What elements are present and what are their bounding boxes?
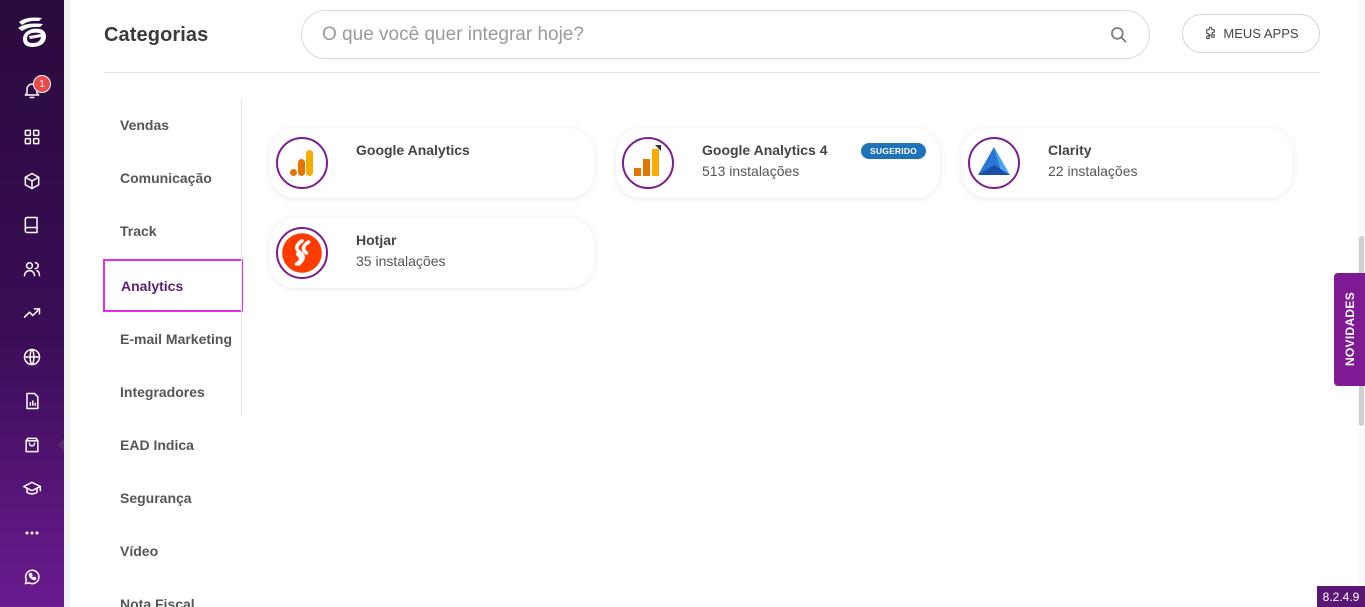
search-input[interactable] — [322, 23, 1109, 46]
trending-up-icon — [23, 308, 41, 318]
shopping-bag-icon — [25, 437, 39, 453]
users-icon — [23, 262, 41, 277]
puzzle-icon — [1206, 26, 1216, 40]
app-logo — [276, 227, 328, 279]
academy-button[interactable] — [0, 467, 64, 511]
category-comunicacao[interactable]: Comunicação — [104, 151, 242, 204]
document-chart-icon — [26, 392, 39, 410]
left-nav-rail: 1 — [0, 0, 65, 607]
rail-gutter — [64, 0, 70, 607]
version-label: 8.2.4.9 — [1317, 586, 1365, 607]
store-button[interactable] — [0, 423, 65, 467]
header-divider — [104, 72, 1320, 73]
app-card-google-analytics[interactable]: Google Analytics — [270, 128, 594, 198]
novidades-label: NOVIDADES — [1342, 292, 1357, 367]
search-icon[interactable] — [1109, 25, 1129, 45]
category-integradores[interactable]: Integradores — [104, 365, 242, 418]
globe-icon — [23, 348, 41, 366]
site-button[interactable] — [0, 335, 64, 379]
category-vendas[interactable]: Vendas — [104, 98, 242, 151]
category-divider — [241, 98, 242, 415]
suggested-badge: SUGERIDO — [861, 143, 926, 159]
book-icon — [24, 216, 38, 234]
app-name: Google Analytics — [356, 142, 470, 158]
app-install-count: 35 instalações — [356, 253, 446, 269]
page-title: Categorias — [104, 24, 209, 46]
notifications-button[interactable]: 1 — [0, 68, 64, 112]
clarity-icon — [978, 147, 1010, 175]
app-name: Hotjar — [356, 232, 397, 248]
search-bar[interactable] — [301, 10, 1150, 59]
google-analytics-4-icon — [634, 145, 661, 176]
more-button[interactable] — [0, 511, 64, 555]
app-card-google-analytics-4[interactable]: Google Analytics 4 513 instalações SUGER… — [616, 128, 940, 198]
graduation-cap-icon — [22, 481, 42, 495]
my-apps-button[interactable]: MEUS APPS — [1182, 14, 1320, 53]
category-ead-indica[interactable]: EAD Indica — [104, 418, 242, 471]
category-nota-fiscal[interactable]: Nota Fiscal — [104, 577, 242, 607]
dashboard-button[interactable] — [0, 115, 64, 159]
category-seguranca[interactable]: Segurança — [104, 471, 242, 524]
novidades-tab[interactable]: NOVIDADES — [1334, 273, 1365, 386]
brand-logo-icon — [18, 17, 46, 47]
category-email-marketing[interactable]: E-mail Marketing — [104, 312, 242, 365]
reports-trend-button[interactable] — [0, 291, 64, 335]
my-apps-label: MEUS APPS — [1223, 26, 1299, 41]
notification-badge: 1 — [33, 75, 51, 93]
app-logo — [276, 137, 328, 189]
products-button[interactable] — [0, 159, 64, 203]
whatsapp-icon — [24, 569, 40, 585]
cube-icon — [24, 172, 40, 190]
app-logo — [968, 137, 1020, 189]
app-install-count: 22 instalações — [1048, 163, 1138, 179]
users-button[interactable] — [0, 247, 64, 291]
category-track[interactable]: Track — [104, 204, 242, 257]
app-root: 1 Categorias O que você quer integrar ho… — [0, 0, 1365, 607]
app-name: Google Analytics 4 — [702, 142, 828, 158]
courses-button[interactable] — [0, 203, 64, 247]
category-video[interactable]: Vídeo — [104, 524, 242, 577]
google-analytics-icon — [290, 150, 313, 176]
category-analytics[interactable]: Analytics — [103, 259, 243, 312]
hotjar-icon — [282, 233, 322, 273]
brand-logo[interactable] — [0, 8, 64, 56]
whatsapp-button[interactable] — [0, 555, 64, 599]
app-card-clarity[interactable]: Clarity 22 instalações — [962, 128, 1293, 198]
app-logo — [622, 137, 674, 189]
grid-icon — [24, 129, 40, 145]
app-install-count: 513 instalações — [702, 163, 800, 179]
more-dots-icon — [25, 531, 39, 535]
app-card-hotjar[interactable]: Hotjar 35 instalações — [270, 218, 594, 288]
app-name: Clarity — [1048, 142, 1092, 158]
documents-button[interactable] — [0, 379, 64, 423]
